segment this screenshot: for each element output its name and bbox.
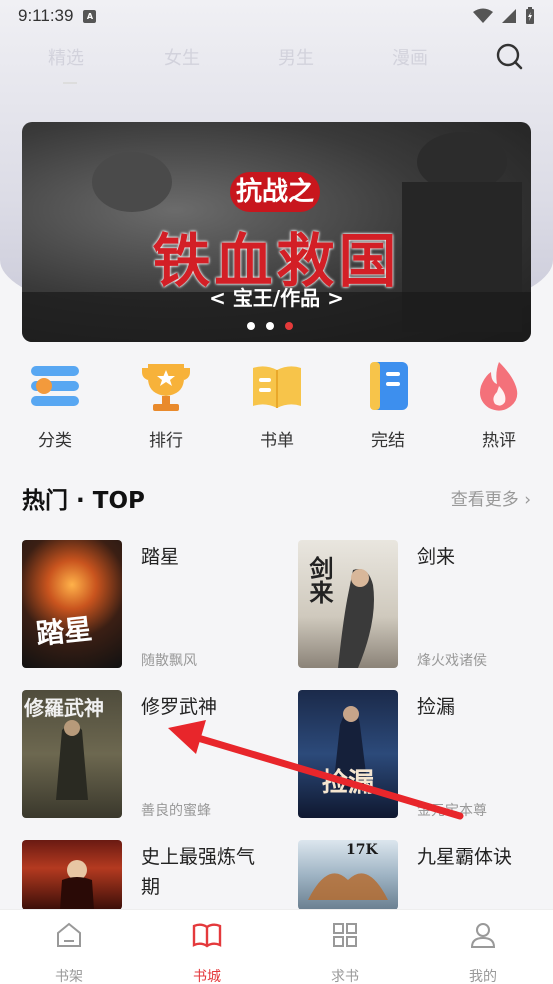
search-icon[interactable] <box>493 40 525 72</box>
book-item[interactable]: 捡漏 捡漏 金元宝本尊 <box>298 690 538 820</box>
status-bar: 9:11:39 A <box>0 0 553 32</box>
book-title: 踏星 <box>141 546 180 568</box>
category-hot-review[interactable]: 热评 <box>454 360 544 451</box>
tab-label: 我的 <box>469 969 497 984</box>
book-author: 金元宝本尊 <box>417 803 487 819</box>
category-icon <box>31 366 79 406</box>
see-more-label: 查看更多 <box>450 490 519 510</box>
booklist-icon <box>253 366 301 408</box>
category-rank[interactable]: 排行 <box>121 360 211 451</box>
status-time: 9:11:39 <box>18 6 74 25</box>
book-title: 剑来 <box>417 546 456 568</box>
bottom-tab-bar: 书架 书城 求书 我的 <box>0 909 553 984</box>
book-title: 九星霸体诀 <box>417 846 513 868</box>
see-more-link[interactable]: 查看更多 › <box>451 485 531 510</box>
book-cover[interactable]: 修羅武神 <box>22 690 122 818</box>
book-item[interactable]: 修羅武神 修罗武神 善良的蜜蜂 <box>22 690 262 820</box>
trophy-icon <box>142 364 190 411</box>
book-cover[interactable]: 捡漏 <box>298 690 398 818</box>
book-item[interactable]: 踏星 踏星 随散飘风 <box>22 540 262 670</box>
tab-mine[interactable]: 我的 <box>443 920 523 984</box>
book-title: 捡漏 <box>417 696 456 718</box>
carousel-dot[interactable] <box>266 322 274 330</box>
cover-title: 剑来 <box>305 556 334 604</box>
category-row: 分类 排行 书单 完结 热评 <box>0 360 553 460</box>
carousel-dot[interactable] <box>247 322 255 330</box>
tab-female[interactable]: 女生 <box>164 44 200 70</box>
tab-label: 书架 <box>55 969 83 984</box>
finished-book-icon <box>370 362 408 410</box>
home-icon <box>57 922 81 947</box>
book-open-icon <box>192 923 222 948</box>
category-finished[interactable]: 完结 <box>343 360 433 451</box>
tab-bookshelf[interactable]: 书架 <box>29 920 109 984</box>
category-label: 书单 <box>260 431 294 451</box>
flame-icon <box>480 362 518 411</box>
tab-request-book[interactable]: 求书 <box>305 920 385 984</box>
book-title: 史上最强炼气期 <box>141 846 256 898</box>
book-cover[interactable]: 17K <box>298 840 398 910</box>
tab-featured[interactable]: 精选 <box>48 44 84 70</box>
tab-male[interactable]: 男生 <box>278 44 314 70</box>
cover-illustration <box>60 860 94 910</box>
category-classify[interactable]: 分类 <box>10 360 100 451</box>
category-label: 分类 <box>38 431 72 451</box>
cover-title: 捡漏 <box>322 768 375 798</box>
grid-icon <box>333 923 357 947</box>
category-label: 完结 <box>371 431 405 451</box>
category-label: 热评 <box>482 431 516 451</box>
tab-indicator <box>63 82 77 84</box>
section-title: 热门 · TOP <box>22 488 145 514</box>
banner-subtitle: < 宝王/作品 > <box>209 286 344 310</box>
book-item[interactable]: 剑来 剑来 烽火戏诸侯 <box>298 540 538 670</box>
category-label: 排行 <box>149 431 183 451</box>
notification-icon: A <box>83 9 97 23</box>
cover-title: 修羅武神 <box>24 696 104 720</box>
banner-carousel[interactable]: 抗战之 铁血救国 < 宝王/作品 > <box>22 122 531 342</box>
book-title: 修罗武神 <box>141 696 218 718</box>
cover-title: 踏星 <box>34 612 94 651</box>
book-author: 善良的蜜蜂 <box>141 803 211 819</box>
chevron-right-icon: › <box>524 490 531 510</box>
user-icon <box>470 923 496 948</box>
status-icons <box>473 7 535 25</box>
wifi-icon <box>473 8 493 23</box>
category-booklist[interactable]: 书单 <box>232 360 322 451</box>
battery-icon <box>526 7 534 24</box>
tab-label: 书城 <box>193 969 221 984</box>
top-navigation: 精选 女生 男生 漫画 <box>0 36 553 86</box>
carousel-dots <box>247 322 293 330</box>
carousel-dot-active[interactable] <box>285 322 293 330</box>
tab-comics[interactable]: 漫画 <box>392 44 428 70</box>
book-author: 烽火戏诸侯 <box>417 653 487 669</box>
banner-tagline: 抗战之 <box>230 172 320 212</box>
book-cover[interactable]: 剑来 <box>298 540 398 668</box>
cover-illustration <box>308 873 388 900</box>
book-cover[interactable] <box>22 840 122 910</box>
book-cover[interactable]: 踏星 <box>22 540 122 668</box>
book-author: 随散飘风 <box>141 653 197 669</box>
tab-label: 求书 <box>331 969 359 984</box>
signal-icon <box>502 9 516 23</box>
tab-bookstore[interactable]: 书城 <box>167 920 247 984</box>
